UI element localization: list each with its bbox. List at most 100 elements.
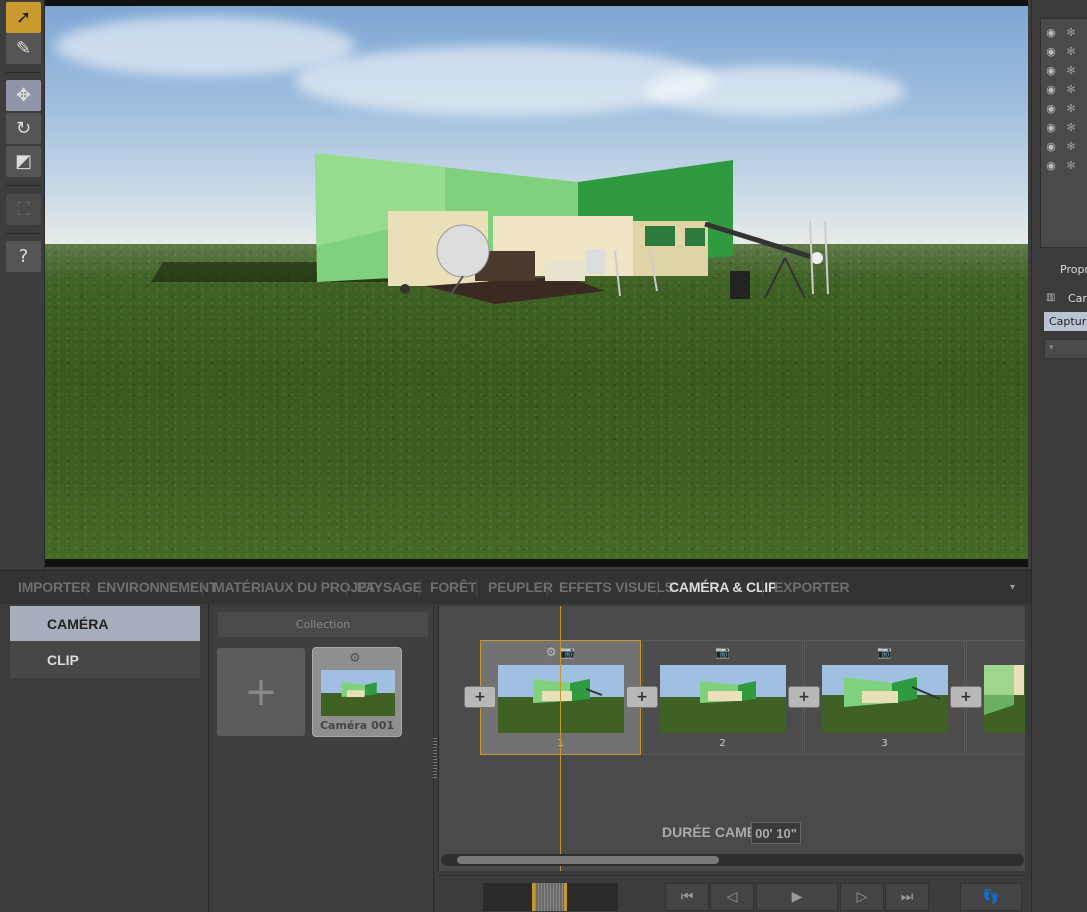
layer-row[interactable]: ◉ ✻ [1041,61,1087,80]
layer-row[interactable]: ◉ ✻ [1041,42,1087,61]
right-panel: ◉ ✻ ◉ ✻ ◉ ✻ ◉ ✻ ◉ ✻ ◉ ✻ ◉ ✻ ◉ ✻ Propr ▥ Car Captur ▾ [1031,0,1087,912]
move-tool-button[interactable]: ✥ [6,80,41,111]
next-key-icon: ▷ [856,889,868,905]
play-icon: ▶ [791,889,803,905]
layer-row[interactable]: ◉ ✻ [1041,23,1087,42]
insert-shot-button[interactable]: + [626,686,658,708]
insert-shot-button[interactable]: + [464,686,496,708]
paint-tool-button[interactable]: ✎ [6,33,41,64]
properties-label: Propr [1060,263,1087,276]
tab-peupler[interactable]: PEUPLER [488,579,553,595]
layer-row[interactable]: ◉ ✻ [1041,137,1087,156]
tab-materiaux-du-projet[interactable]: MATÉRIAUX DU PROJET [213,579,376,595]
shot-card[interactable]: 📷 3 [804,640,965,755]
freeze-icon[interactable]: ✻ [1061,83,1081,96]
collection-header: Collection [218,612,428,637]
scale-icon: ◩ [14,151,32,172]
freeze-icon[interactable]: ✻ [1061,140,1081,153]
tab-environnement[interactable]: ENVIRONNEMENT [97,579,217,595]
insert-shot-button[interactable]: + [788,686,820,708]
left-toolbar: ➚ ✎ ✥ ↻ ◩ ⛶ ? [0,0,45,570]
layer-row[interactable]: ◉ ✻ [1041,156,1087,175]
set-fan [436,224,490,278]
timeline-scrollbar[interactable] [441,854,1024,866]
eye-icon[interactable]: ◉ [1041,83,1061,96]
previous-key-button[interactable]: ◁ [710,883,754,911]
tab-divider [476,580,477,596]
chevron-down-icon: ▾ [1049,343,1054,353]
time-scrubber[interactable] [483,883,618,911]
equipment-wheel [400,284,410,294]
panel-divider [208,604,209,912]
camera-layer-label: Car [1068,292,1087,305]
frame-tool-button[interactable]: ⛶ [6,194,41,225]
tab-paysage[interactable]: PAYSAGE [357,579,422,595]
freeze-icon[interactable]: ✻ [1061,64,1081,77]
film-set-scene [315,153,829,304]
camera-card-label: Caméra 001 [319,719,395,732]
subnav-camera[interactable]: CAMÉRA [10,606,200,641]
walk-mode-button[interactable]: 👣 [960,883,1022,911]
tab-foret[interactable]: FORÊT [430,579,477,595]
shot-card[interactable]: 📷 2 [642,640,803,755]
question-icon: ? [18,246,29,267]
skip-end-icon: ⏭ [900,889,914,905]
layer-row[interactable]: ◉ ✻ [1041,80,1087,99]
eye-icon[interactable]: ◉ [1041,140,1061,153]
tab-importer[interactable]: IMPORTER [18,579,90,595]
arrow-pointer-icon: ➚ [15,7,32,28]
transport-controls: ⏮ ◁ ▶ ▷ ⏭ 👣 [438,875,1025,912]
scale-tool-button[interactable]: ◩ [6,146,41,177]
shot-icons: 📷 [877,645,892,659]
timeline-playhead[interactable] [560,606,561,871]
insert-shot-button[interactable]: + [950,686,982,708]
eye-icon[interactable]: ◉ [1041,102,1061,115]
eye-icon[interactable]: ◉ [1041,26,1061,39]
shot-thumbnail [984,665,1025,733]
capture-field[interactable]: Captur [1044,312,1087,331]
freeze-icon[interactable]: ✻ [1061,102,1081,115]
dropdown-button[interactable]: ▾ [1044,339,1087,359]
viewport-bottom-bar [45,559,1028,567]
resize-grip[interactable] [433,738,437,778]
freeze-icon[interactable]: ✻ [1061,45,1081,58]
camera-duration-field[interactable]: 00' 10" [751,822,801,844]
film-icon: ▥ [1046,292,1056,303]
camera-clip-subnav: CAMÉRA CLIP [10,606,200,678]
move-arrows-icon: ✥ [15,85,32,106]
frame-corners-icon: ⛶ [17,199,30,220]
play-button[interactable]: ▶ [756,883,838,911]
collapse-panel-icon[interactable]: ▾ [1010,582,1015,593]
plus-icon: + [636,689,648,705]
rotate-tool-button[interactable]: ↻ [6,113,41,144]
3d-viewport[interactable] [45,6,1028,559]
freeze-icon[interactable]: ✻ [1061,121,1081,134]
brush-icon: ✎ [15,38,32,59]
select-tool-button[interactable]: ➚ [6,2,41,33]
go-to-start-button[interactable]: ⏮ [665,883,709,911]
layer-row[interactable]: ◉ ✻ [1041,118,1087,137]
layer-row[interactable]: ◉ ✻ [1041,99,1087,118]
main-tab-bar: IMPORTER ENVIRONNEMENT MATÉRIAUX DU PROJ… [0,570,1031,604]
camera-card[interactable]: ⚙ Caméra 001 [312,647,402,737]
eye-icon[interactable]: ◉ [1041,64,1061,77]
next-key-button[interactable]: ▷ [840,883,884,911]
freeze-icon[interactable]: ✻ [1061,26,1081,39]
eye-icon[interactable]: ◉ [1041,45,1061,58]
scrollbar-thumb[interactable] [457,856,719,864]
camera-collection: Collection + ⚙ Caméra 001 [212,606,434,912]
scrubber-handle[interactable] [532,883,567,911]
help-tool-button[interactable]: ? [6,241,41,272]
eye-icon[interactable]: ◉ [1041,159,1061,172]
go-to-end-button[interactable]: ⏭ [885,883,929,911]
camera-timeline: ⚙ 📷 1 📷 2 📷 3 [438,606,1025,871]
tab-camera-clip[interactable]: CAMÉRA & CLIP [669,579,777,595]
tab-exporter[interactable]: EXPORTER [774,579,850,595]
eye-icon[interactable]: ◉ [1041,121,1061,134]
crane-tripod [764,257,786,299]
add-camera-button[interactable]: + [217,648,305,736]
freeze-icon[interactable]: ✻ [1061,159,1081,172]
subnav-clip[interactable]: CLIP [10,642,200,677]
ladder [824,220,829,295]
toolbar-divider [6,185,41,186]
